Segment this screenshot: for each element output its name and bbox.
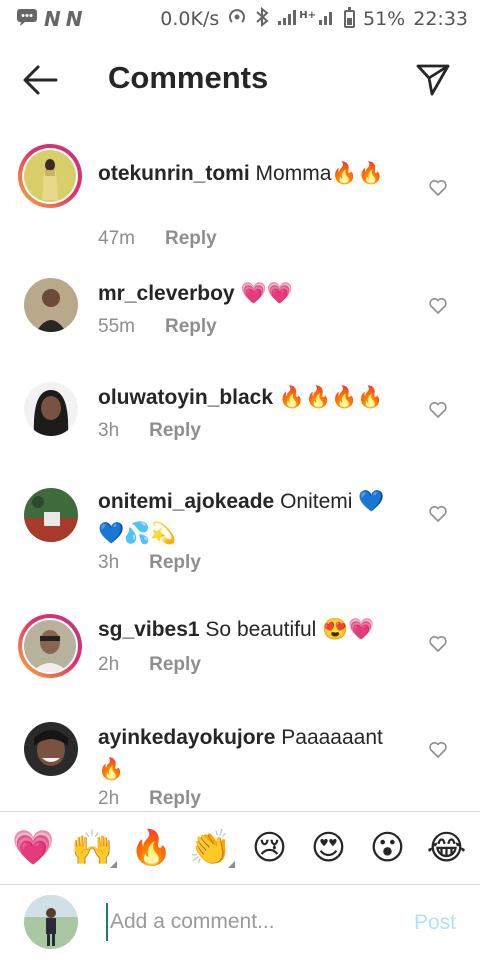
avatar-story-ring[interactable] bbox=[18, 144, 82, 208]
comment-time: 2h bbox=[98, 788, 120, 809]
heart-outline-icon bbox=[429, 402, 447, 418]
crying-face-emoji-button[interactable]: 😢 bbox=[246, 824, 294, 872]
avatar[interactable] bbox=[24, 722, 78, 776]
heart-outline-icon bbox=[429, 180, 447, 196]
comments-list[interactable]: otekunrin_tomi Momma🔥🔥 47m Reply mr_clev… bbox=[0, 130, 480, 810]
comment-text: 🔥🔥🔥🔥 bbox=[278, 386, 384, 409]
surprised-face-emoji-button[interactable]: 😮 bbox=[364, 824, 412, 872]
comment-meta: 55m Reply bbox=[98, 316, 217, 338]
comment-text: So beautiful 😍💗 bbox=[205, 618, 375, 641]
like-comment-button[interactable] bbox=[428, 740, 448, 760]
network-type-label: H+ bbox=[299, 9, 316, 21]
heart-outline-icon bbox=[429, 298, 447, 314]
tears-of-joy-emoji: 😂 bbox=[426, 828, 467, 868]
variants-indicator-icon bbox=[227, 861, 235, 868]
comment-username[interactable]: oluwatoyin_black bbox=[98, 386, 273, 409]
network-speed: 0.0K/s bbox=[160, 8, 220, 30]
comment-time: 2h bbox=[98, 654, 120, 675]
heart-outline-icon bbox=[429, 742, 447, 758]
raising-hands-emoji-button[interactable]: 🙌 bbox=[69, 824, 117, 872]
clock: 22:33 bbox=[413, 8, 468, 30]
heart-eyes-emoji: 😍 bbox=[310, 828, 347, 868]
comment-input[interactable] bbox=[106, 903, 386, 941]
like-comment-button[interactable] bbox=[428, 504, 448, 524]
reply-button[interactable]: Reply bbox=[149, 420, 201, 442]
avatar bbox=[24, 150, 76, 202]
comment-body: ayinkedayokujore Paaaaaant🔥 bbox=[98, 722, 408, 786]
comment-time: 3h bbox=[98, 552, 120, 573]
comment-username[interactable]: otekunrin_tomi bbox=[98, 162, 250, 185]
comment-body: oluwatoyin_black 🔥🔥🔥🔥 bbox=[98, 382, 408, 414]
heart-outline-icon bbox=[429, 506, 447, 522]
comment-body: mr_cleverboy 💗💗 bbox=[98, 278, 408, 310]
avatar-story-ring[interactable] bbox=[18, 614, 82, 678]
status-right-icons: 0.0K/s H+ 51% 22:33 bbox=[160, 6, 468, 32]
page-title: Comments bbox=[108, 60, 269, 95]
comment-meta: 3h Reply bbox=[98, 552, 201, 574]
avatar[interactable] bbox=[24, 488, 78, 542]
surprised-face-emoji: 😮 bbox=[369, 828, 406, 868]
notification-n-icon: N bbox=[44, 7, 61, 31]
crying-face-emoji: 😢 bbox=[251, 828, 288, 868]
like-comment-button[interactable] bbox=[428, 178, 448, 198]
comment-text: Momma🔥🔥 bbox=[255, 162, 384, 185]
comment-body: onitemi_ajokeade Onitemi 💙💙💦💫 bbox=[98, 486, 408, 550]
hotspot-icon bbox=[227, 7, 247, 32]
comment-time: 55m bbox=[98, 316, 135, 337]
signal-icon bbox=[318, 8, 336, 31]
comment-text: 💗💗 bbox=[240, 282, 293, 305]
comment-username[interactable]: onitemi_ajokeade bbox=[98, 490, 274, 513]
reply-button[interactable]: Reply bbox=[149, 788, 201, 810]
share-button[interactable] bbox=[414, 60, 452, 98]
fire-emoji: 🔥 bbox=[130, 828, 173, 868]
comment-username[interactable]: mr_cleverboy bbox=[98, 282, 235, 305]
avatar bbox=[24, 620, 76, 672]
battery-icon bbox=[344, 7, 355, 28]
comment-username[interactable]: ayinkedayokujore bbox=[98, 726, 275, 749]
avatar[interactable] bbox=[24, 382, 78, 436]
clapping-hands-emoji-button[interactable]: 👏 bbox=[187, 824, 235, 872]
reply-button[interactable]: Reply bbox=[165, 316, 217, 338]
comment-body: sg_vibes1 So beautiful 😍💗 bbox=[98, 614, 408, 646]
reply-button[interactable]: Reply bbox=[149, 552, 201, 574]
reply-button[interactable]: Reply bbox=[165, 228, 217, 250]
comment-meta: 2h Reply bbox=[98, 788, 201, 810]
paper-plane-icon bbox=[416, 64, 450, 96]
post-button[interactable]: Post bbox=[414, 911, 456, 935]
notification-n-icon: N bbox=[65, 7, 83, 31]
comment-time: 3h bbox=[98, 420, 120, 441]
avatar[interactable] bbox=[24, 278, 78, 332]
battery-level: 51% bbox=[363, 8, 406, 30]
heart-outline-icon bbox=[429, 636, 447, 652]
signal-icon bbox=[277, 8, 299, 31]
bluetooth-icon bbox=[255, 6, 269, 32]
comment-composer: Post bbox=[0, 885, 480, 960]
comment-meta: 2h Reply bbox=[98, 654, 201, 676]
fire-emoji-button[interactable]: 🔥 bbox=[128, 824, 176, 872]
like-comment-button[interactable] bbox=[428, 296, 448, 316]
comments-header: Comments bbox=[0, 46, 480, 116]
status-bar: N N 0.0K/s H+ 51% 22:33 bbox=[0, 0, 480, 38]
raising-hands-emoji: 🙌 bbox=[71, 828, 114, 868]
clapping-hands-emoji: 👏 bbox=[189, 828, 232, 868]
like-comment-button[interactable] bbox=[428, 634, 448, 654]
current-user-avatar bbox=[24, 895, 78, 949]
status-left-icons: N N bbox=[16, 7, 82, 31]
comment-username[interactable]: sg_vibes1 bbox=[98, 618, 200, 641]
heart-eyes-emoji-button[interactable]: 😍 bbox=[305, 824, 353, 872]
reply-button[interactable]: Reply bbox=[149, 654, 201, 676]
variants-indicator-icon bbox=[109, 861, 117, 868]
comment-time: 47m bbox=[98, 228, 135, 249]
like-comment-button[interactable] bbox=[428, 400, 448, 420]
arrow-left-icon bbox=[23, 65, 58, 95]
back-button[interactable] bbox=[20, 62, 64, 98]
heart-emoji: 💗 bbox=[12, 828, 55, 868]
tears-of-joy-emoji-button[interactable]: 😂 bbox=[423, 824, 471, 872]
comment-meta: 47m Reply bbox=[98, 228, 217, 250]
comment-body: otekunrin_tomi Momma🔥🔥 bbox=[98, 158, 408, 190]
heart-emoji-button[interactable]: 💗 bbox=[10, 824, 58, 872]
comment-meta: 3h Reply bbox=[98, 420, 201, 442]
message-icon bbox=[16, 8, 38, 31]
quick-emoji-bar: 💗 🙌 🔥 👏 😢 😍 😮 😂 bbox=[0, 812, 480, 884]
